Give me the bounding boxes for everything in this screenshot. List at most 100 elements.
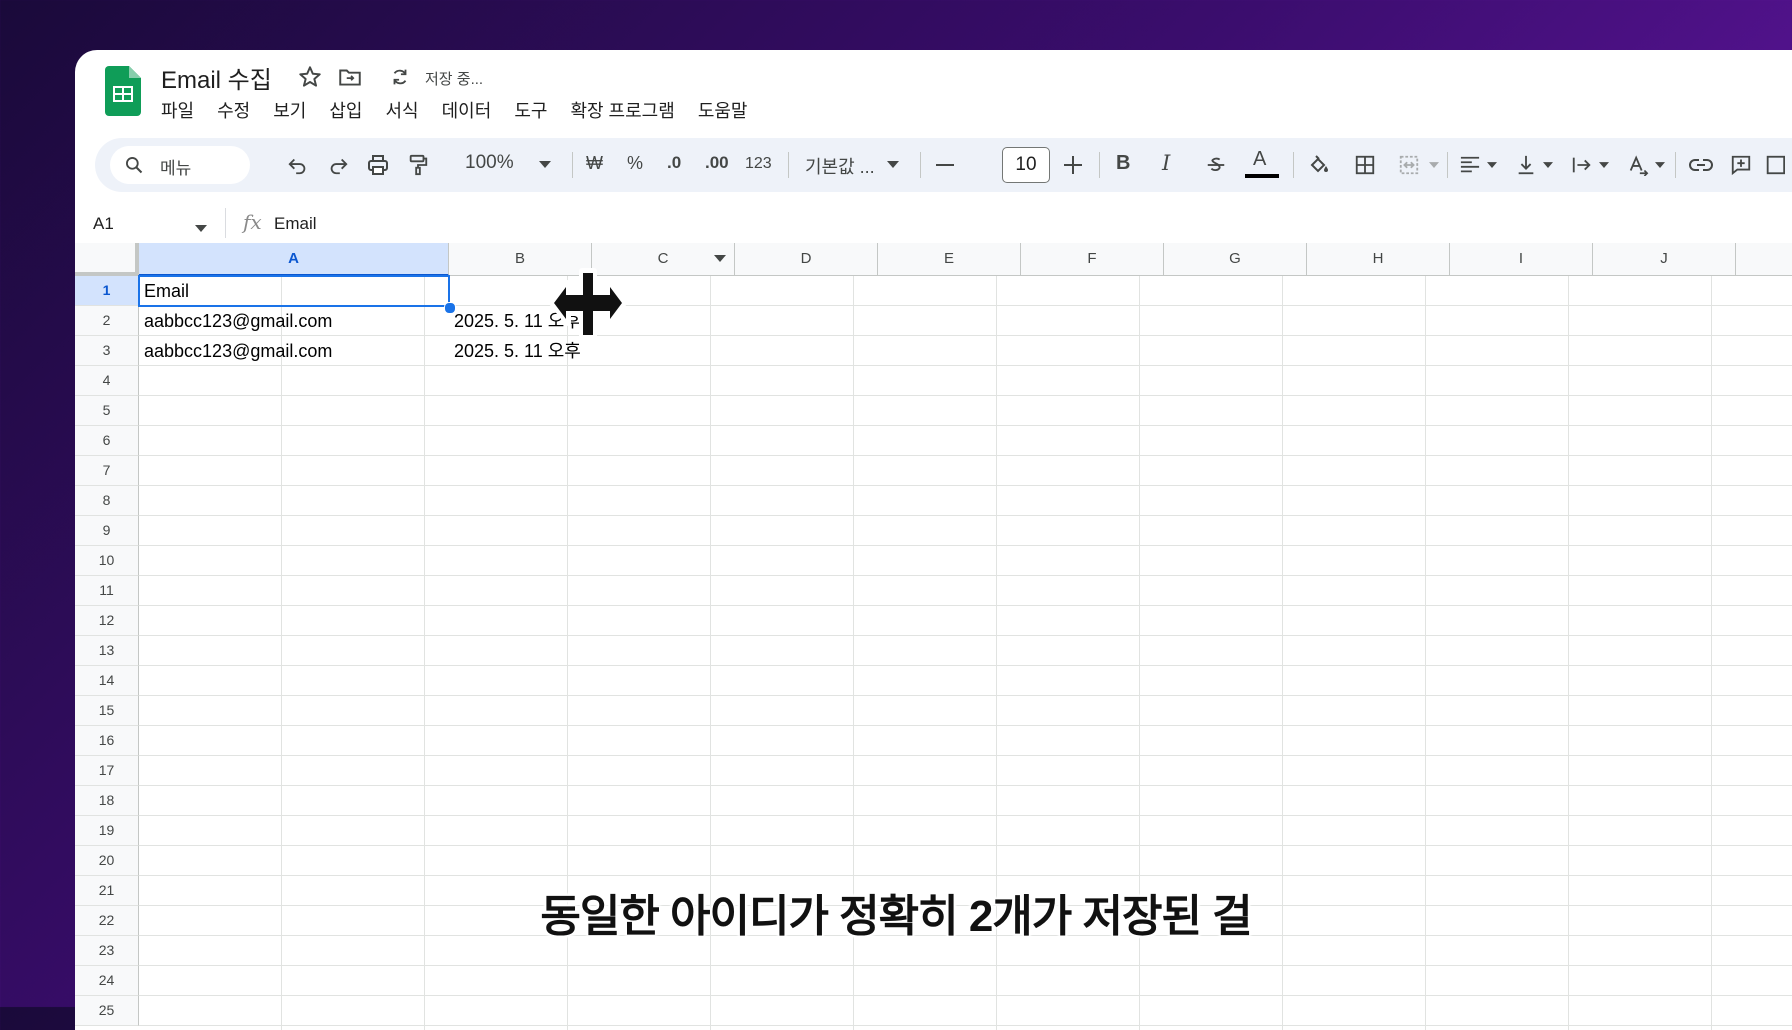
- currency-format-button[interactable]: ₩: [586, 153, 603, 174]
- italic-button[interactable]: I: [1162, 151, 1170, 175]
- selected-cell-outline: [138, 275, 450, 307]
- increase-decimal-button[interactable]: .00: [705, 153, 729, 173]
- wrap-caret-icon[interactable]: [1597, 152, 1611, 178]
- separator: [1447, 152, 1448, 178]
- row-header-16[interactable]: 16: [75, 726, 139, 756]
- row-header-10[interactable]: 10: [75, 546, 139, 576]
- column-header-e[interactable]: E: [878, 243, 1021, 276]
- vertical-align-icon[interactable]: [1513, 152, 1539, 178]
- text-rotation-icon[interactable]: [1625, 152, 1651, 178]
- row-header-1[interactable]: 1: [75, 276, 139, 306]
- row-header-9[interactable]: 9: [75, 516, 139, 546]
- menu-file[interactable]: 파일: [161, 96, 194, 126]
- column-header-j[interactable]: J: [1593, 243, 1736, 276]
- separator: [1675, 152, 1676, 178]
- font-family-select[interactable]: 기본값 ...: [805, 153, 875, 179]
- row-header-24[interactable]: 24: [75, 966, 139, 996]
- cell-a2[interactable]: aabbcc123@gmail.com: [139, 306, 449, 336]
- search-label: 메뉴: [160, 159, 192, 178]
- row-header-3[interactable]: 3: [75, 336, 139, 366]
- insert-comment-icon[interactable]: [1727, 152, 1755, 178]
- separator: [1099, 152, 1100, 178]
- name-box[interactable]: A1: [93, 214, 114, 234]
- percent-format-button[interactable]: %: [627, 153, 643, 174]
- font-caret-icon[interactable]: [883, 152, 903, 178]
- column-header-a[interactable]: A: [139, 243, 449, 276]
- menu-help[interactable]: 도움말: [698, 96, 748, 126]
- zoom-caret-icon[interactable]: [535, 152, 555, 178]
- row-header-5[interactable]: 5: [75, 396, 139, 426]
- menu-tools[interactable]: 도구: [514, 96, 547, 126]
- row-header-11[interactable]: 11: [75, 576, 139, 606]
- row-header-20[interactable]: 20: [75, 846, 139, 876]
- separator: [920, 152, 921, 178]
- valign-caret-icon[interactable]: [1541, 152, 1555, 178]
- number-format-button[interactable]: 123: [745, 155, 772, 173]
- row-header-15[interactable]: 15: [75, 696, 139, 726]
- decrease-decimal-label: .0: [667, 153, 682, 172]
- strikethrough-icon[interactable]: [1203, 152, 1229, 178]
- document-title[interactable]: Email 수집: [161, 60, 272, 95]
- text-color-letter: A: [1253, 148, 1267, 170]
- bold-button[interactable]: B: [1116, 152, 1130, 175]
- font-size-input[interactable]: 10: [1002, 147, 1050, 183]
- column-menu-caret-icon[interactable]: [714, 243, 726, 275]
- column-header-f[interactable]: F: [1021, 243, 1164, 276]
- decrease-font-size-icon[interactable]: [933, 152, 957, 178]
- menu-edit[interactable]: 수정: [217, 96, 250, 126]
- menu-search[interactable]: 메뉴: [110, 146, 250, 184]
- insert-chart-icon[interactable]: [1765, 152, 1785, 178]
- decrease-decimal-button[interactable]: .0: [667, 153, 681, 173]
- fill-color-icon[interactable]: [1305, 152, 1333, 178]
- separator: [572, 152, 573, 178]
- zoom-select[interactable]: 100%: [465, 152, 514, 174]
- menu-data[interactable]: 데이터: [442, 96, 492, 126]
- row-header-6[interactable]: 6: [75, 426, 139, 456]
- sheets-logo-icon[interactable]: [105, 66, 141, 116]
- menu-insert[interactable]: 삽입: [329, 96, 362, 126]
- text-color-button[interactable]: A: [1245, 148, 1279, 182]
- insert-link-icon[interactable]: [1687, 152, 1715, 178]
- merge-cells-icon[interactable]: [1395, 152, 1423, 178]
- move-folder-icon[interactable]: [337, 64, 363, 90]
- rotation-caret-icon[interactable]: [1653, 152, 1667, 178]
- borders-icon[interactable]: [1351, 152, 1379, 178]
- row-header-25[interactable]: 25: [75, 996, 139, 1026]
- fill-handle[interactable]: [444, 302, 456, 314]
- menu-extensions[interactable]: 확장 프로그램: [570, 96, 674, 126]
- formula-input[interactable]: Email: [274, 214, 317, 234]
- menu-format[interactable]: 서식: [386, 96, 419, 126]
- row-header-13[interactable]: 13: [75, 636, 139, 666]
- row-header-17[interactable]: 17: [75, 756, 139, 786]
- menu-view[interactable]: 보기: [273, 96, 306, 126]
- column-header-g[interactable]: G: [1164, 243, 1307, 276]
- sync-icon: [389, 66, 415, 92]
- text-wrapping-icon[interactable]: [1569, 152, 1595, 178]
- separator: [225, 208, 226, 238]
- select-all-corner[interactable]: [75, 243, 139, 276]
- merge-caret-icon[interactable]: [1427, 152, 1441, 178]
- row-header-14[interactable]: 14: [75, 666, 139, 696]
- row-header-12[interactable]: 12: [75, 606, 139, 636]
- row-header-18[interactable]: 18: [75, 786, 139, 816]
- row-header-8[interactable]: 8: [75, 486, 139, 516]
- text-color-swatch: [1245, 174, 1279, 178]
- undo-icon[interactable]: [285, 152, 311, 178]
- row-header-7[interactable]: 7: [75, 456, 139, 486]
- column-header-i[interactable]: I: [1450, 243, 1593, 276]
- name-box-caret-icon[interactable]: [195, 220, 207, 238]
- star-icon[interactable]: [297, 64, 323, 90]
- row-header-4[interactable]: 4: [75, 366, 139, 396]
- horizontal-align-icon[interactable]: [1457, 152, 1483, 178]
- print-icon[interactable]: [365, 152, 391, 178]
- paint-format-icon[interactable]: [405, 152, 431, 178]
- column-header-d[interactable]: D: [735, 243, 878, 276]
- redo-icon[interactable]: [325, 152, 351, 178]
- row-header-19[interactable]: 19: [75, 816, 139, 846]
- halign-caret-icon[interactable]: [1485, 152, 1499, 178]
- increase-font-size-icon[interactable]: [1061, 152, 1085, 178]
- row-header-2[interactable]: 2: [75, 306, 139, 336]
- column-header-h[interactable]: H: [1307, 243, 1450, 276]
- cell-a3[interactable]: aabbcc123@gmail.com: [139, 336, 449, 366]
- column-header-k[interactable]: [1736, 243, 1792, 276]
